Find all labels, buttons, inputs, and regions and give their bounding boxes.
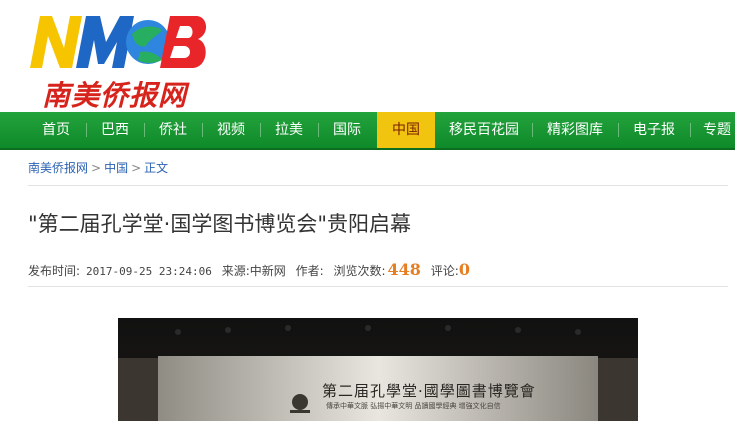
nav-separator [86, 123, 87, 137]
nav-separator [260, 123, 261, 137]
chevron-right-icon: > [91, 161, 102, 175]
nav-item-gallery[interactable]: 精彩图库 [534, 112, 616, 148]
publish-time: 2017-09-25 23:24:06 [86, 265, 212, 278]
comment-count[interactable]: 0 [459, 260, 470, 279]
nav-separator [690, 123, 691, 137]
breadcrumb-current[interactable]: 正文 [144, 161, 168, 175]
publish-time-label: 发布时间: [28, 264, 81, 278]
author-label: 作者: [295, 264, 324, 278]
logo-text: 南美侨报网 [42, 79, 188, 112]
nav-item-e-paper[interactable]: 电子报 [620, 112, 688, 148]
comments-label: 评论: [430, 264, 459, 278]
nav-separator [318, 123, 319, 137]
nav-item-immigrant-garden[interactable]: 移民百花园 [438, 112, 530, 148]
view-count: 448 [387, 260, 421, 279]
nav-item-community[interactable]: 侨社 [146, 112, 200, 148]
nav-item-international[interactable]: 国际 [320, 112, 374, 148]
main-nav: 首页 巴西 侨社 视频 拉美 国际 中国 移民百花园 精彩图库 电子报 专题 [0, 112, 735, 150]
article-photo: 第二届孔學堂·國學圖書博覽會 傳承中華文脈 弘揚中華文明 品讀國學經典 增強文化… [118, 318, 638, 421]
nav-item-topics[interactable]: 专题 [692, 112, 735, 148]
photo-banner-title: 第二届孔學堂·國學圖書博覽會 [322, 382, 536, 400]
nav-separator [202, 123, 203, 137]
site-header: 南美侨报网 [0, 0, 735, 112]
logo-letters-graphic [30, 16, 207, 68]
photo-banner-subtitle: 傳承中華文脈 弘揚中華文明 品讀國學經典 增強文化自信 [326, 402, 501, 410]
article-title: "第二届孔学堂·国学图书博览会"贵阳启幕 [28, 212, 411, 236]
site-logo[interactable]: 南美侨报网 [28, 8, 218, 112]
nav-separator [532, 123, 533, 137]
source: 中新网 [249, 264, 286, 278]
nav-item-home[interactable]: 首页 [28, 112, 84, 148]
breadcrumb: 南美侨报网 > 中国 > 正文 [28, 159, 168, 176]
chevron-right-icon: > [131, 161, 142, 175]
nav-item-brazil[interactable]: 巴西 [88, 112, 142, 148]
nav-separator [144, 123, 145, 137]
breadcrumb-home-link[interactable]: 南美侨报网 [28, 161, 88, 175]
nav-item-video[interactable]: 视频 [204, 112, 258, 148]
views-label: 浏览次数: [333, 264, 386, 278]
nav-item-latin-america[interactable]: 拉美 [262, 112, 316, 148]
divider [28, 185, 728, 186]
breadcrumb-section-link[interactable]: 中国 [104, 161, 128, 175]
nav-separator [618, 123, 619, 137]
divider [28, 286, 728, 287]
nav-item-china[interactable]: 中国 [377, 112, 435, 148]
article-meta: 发布时间: 2017-09-25 23:24:06 来源:中新网 作者: 浏览次数… [28, 260, 476, 279]
source-label: 来源: [221, 264, 250, 278]
